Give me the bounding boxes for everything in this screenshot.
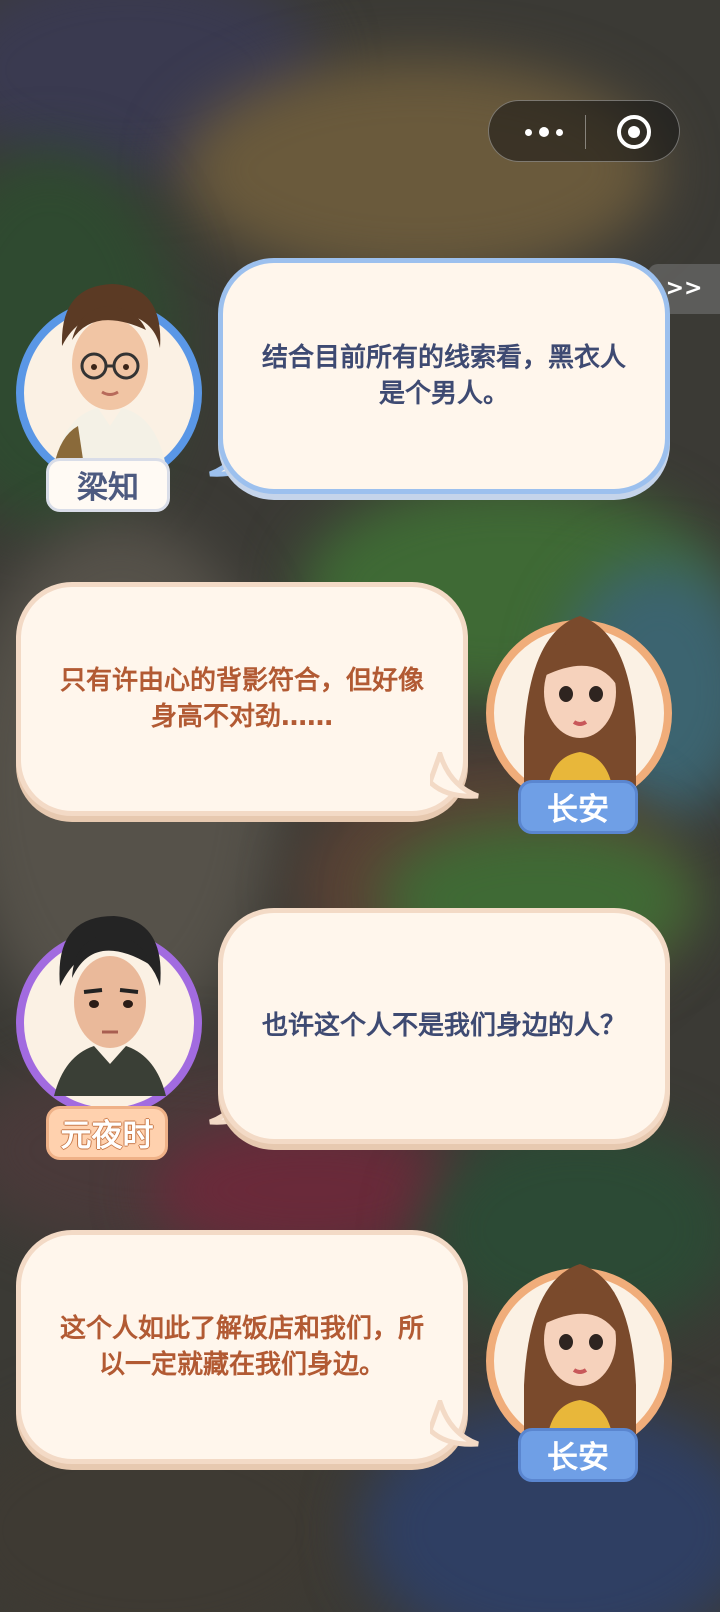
avatar-changan (486, 616, 672, 806)
avatar-changan (486, 1264, 672, 1454)
avatar-yuanyeshi (16, 916, 202, 1116)
bubble-tail (430, 752, 479, 799)
dialogue-bubble-2[interactable]: 只有许由心的背影符合，但好像身高不对劲…… (16, 582, 468, 816)
close-mini-program-icon[interactable] (617, 115, 651, 149)
dialogue-text-3: 也许这个人不是我们身边的人？ (261, 1011, 626, 1041)
bubble-tail (430, 1400, 479, 1447)
portrait-yuanyeshi (54, 916, 166, 1096)
dialogue-text-4: 这个人如此了解饭店和我们，所以一定就藏在我们身边。 (59, 1314, 424, 1380)
portrait-changan (524, 616, 636, 786)
portrait-liangzhi (54, 284, 166, 466)
dialogue-bubble-4[interactable]: 这个人如此了解饭店和我们，所以一定就藏在我们身边。 (16, 1230, 468, 1464)
mini-program-capsule (488, 100, 680, 162)
portrait-changan (524, 1264, 636, 1434)
dialogue-bubble-1[interactable]: 结合目前所有的线索看，黑衣人是个男人。 (218, 258, 670, 494)
capsule-divider (585, 115, 586, 149)
speaker-name-changan: 长安 (518, 780, 638, 834)
speaker-name-yuanyeshi: 元夜时 (46, 1106, 168, 1160)
speaker-name-changan: 长安 (518, 1428, 638, 1482)
dialogue-text-1: 结合目前所有的线索看，黑衣人是个男人。 (261, 343, 626, 409)
dialogue-text-2: 只有许由心的背影符合，但好像身高不对劲…… (59, 666, 424, 732)
dialogue-bubble-3[interactable]: 也许这个人不是我们身边的人？ (218, 908, 670, 1144)
more-menu-icon[interactable] (519, 118, 569, 146)
speaker-name-liangzhi: 梁知 (46, 458, 170, 512)
